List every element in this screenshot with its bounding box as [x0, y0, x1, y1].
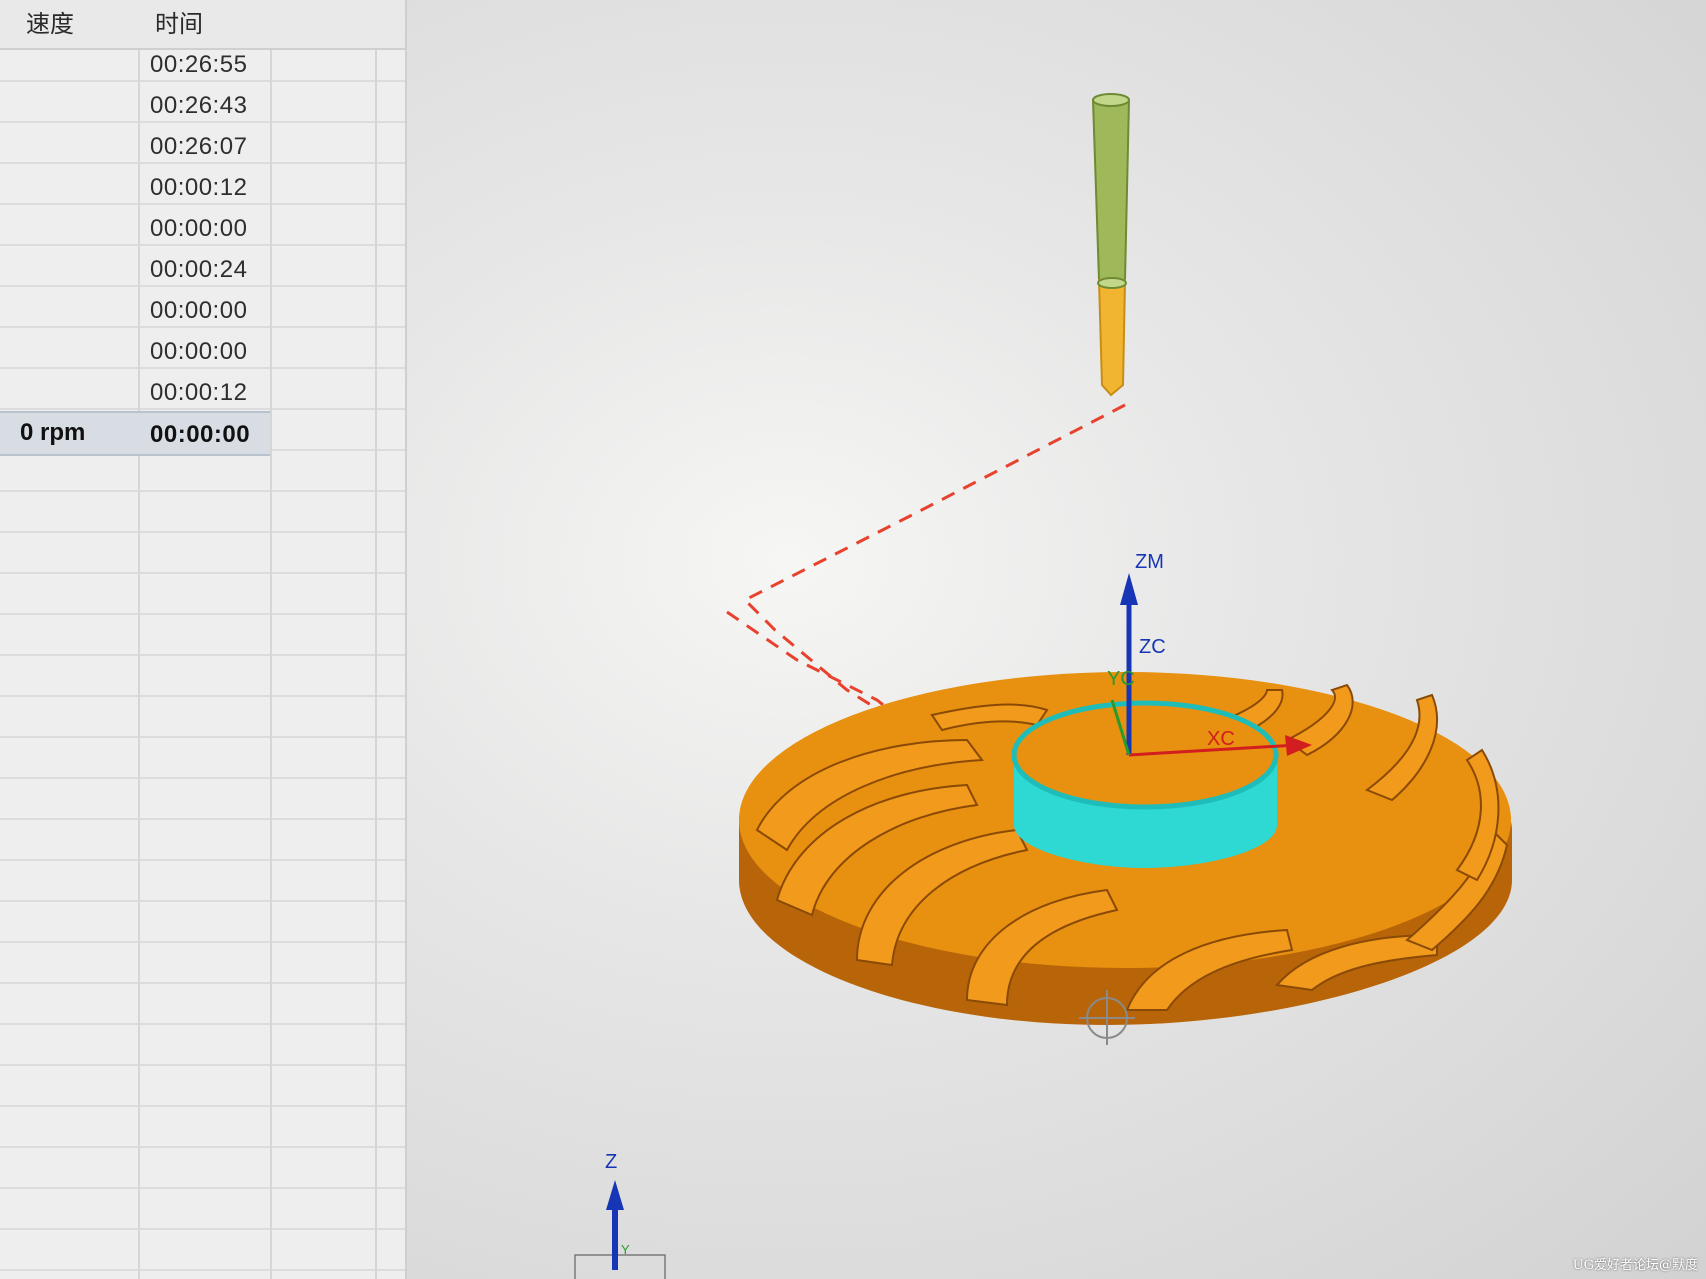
watermark-text: UG爱好者论坛@默度 — [1572, 1258, 1698, 1273]
tool-icon[interactable] — [1091, 93, 1131, 397]
table-row[interactable]: 00:26:43 — [0, 84, 405, 125]
time-cell: 00:26:07 — [150, 133, 248, 160]
table-row-selected[interactable]: 0 rpm 00:00:00 — [0, 411, 270, 456]
column-header-time[interactable]: 时间 — [155, 4, 203, 39]
table-row[interactable]: 00:00:00 — [0, 289, 405, 330]
graphics-viewport[interactable]: ZM ZC YC XC Z Y UG爱好者论坛@默度 — [407, 0, 1706, 1279]
time-cell: 00:00:12 — [150, 174, 248, 201]
axis-label-zm: ZM — [1135, 551, 1164, 573]
table-row[interactable]: 00:26:07 — [0, 125, 405, 166]
time-cell: 00:26:43 — [150, 92, 248, 119]
axis-label-xc: XC — [1207, 728, 1235, 750]
time-cell: 00:00:00 — [150, 297, 248, 324]
viewport-canvas[interactable]: ZM ZC YC XC Z Y — [407, 0, 1706, 1279]
time-cell: 00:26:55 — [150, 51, 248, 78]
time-cell: 00:00:12 — [150, 379, 248, 406]
table-row[interactable]: 00:00:24 — [0, 248, 405, 289]
operation-navigator-table: 速度 时间 00:26:55 00:26:43 00:26:07 00:00:1… — [0, 0, 407, 1279]
axis-label-yc: YC — [1107, 668, 1135, 690]
table-row[interactable]: 00:26:55 — [0, 43, 405, 84]
axis-label-z: Z — [605, 1151, 617, 1173]
table-row[interactable]: 00:00:00 — [0, 207, 405, 248]
time-cell: 00:00:00 — [150, 215, 248, 242]
impeller-part[interactable] — [739, 672, 1512, 1025]
axis-label-y: Y — [621, 1242, 630, 1257]
column-header-speed[interactable]: 速度 — [26, 4, 74, 39]
speed-cell: 0 rpm — [20, 419, 86, 446]
time-cell: 00:00:24 — [150, 256, 248, 283]
time-cell: 00:00:00 — [150, 421, 251, 448]
axis-label-zc: ZC — [1139, 636, 1166, 658]
time-cell: 00:00:00 — [150, 338, 248, 365]
table-row[interactable]: 00:00:12 — [0, 371, 405, 412]
table-row[interactable]: 00:00:00 — [0, 330, 405, 371]
table-row[interactable]: 00:00:12 — [0, 166, 405, 207]
absolute-csys-icon: Z Y — [574, 1151, 666, 1279]
